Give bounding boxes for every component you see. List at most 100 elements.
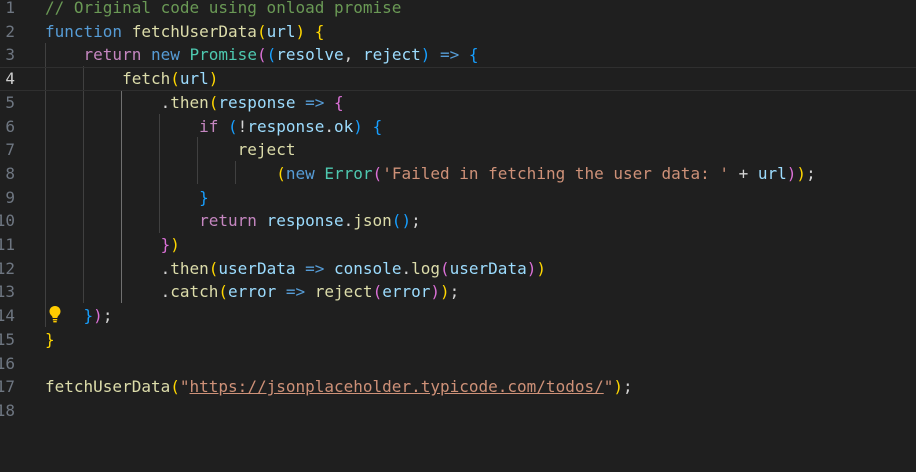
code-token: } [83,306,94,326]
code-token: => [440,45,460,65]
code-line[interactable]: 17 fetchUserData("https://jsonplaceholder… [0,375,916,399]
code-token: . [401,258,412,278]
code-token: new [150,45,180,65]
code-token: . [324,116,335,136]
code-token: error [382,282,431,302]
code-text: fetchUserData("https://jsonplaceholder.t… [45,375,633,399]
code-editor[interactable]: 1 // Original code using onload promise 2 f… [0,0,916,472]
code-token: function [45,21,123,41]
code-token: . [160,258,171,278]
code-line[interactable]: 3 return new Promise((resolve, reject) =… [0,43,916,67]
code-token: ) [786,163,797,183]
line-number: 8 [5,163,15,183]
code-token: . [160,282,171,302]
code-line[interactable]: 18 [0,399,916,423]
code-token: ) [440,282,450,302]
code-token: console [334,258,402,278]
code-token: ) [420,45,431,65]
code-line[interactable]: 10 return response.json(); [0,209,916,233]
code-token: // Original code using onload promise [45,0,402,17]
line-number: 14 [0,306,15,326]
code-token: ok [334,116,354,136]
code-token: " [179,377,190,397]
code-token: , [343,45,363,65]
code-line[interactable]: 9 } [0,186,916,210]
line-number: 16 [0,353,15,373]
code-text: return response.json(); [45,209,421,233]
code-token: ( [170,377,180,397]
code-token: response [247,116,325,136]
code-text: }) [45,233,180,257]
code-line[interactable]: 12 .then(userData => console.log(userDat… [0,257,916,281]
code-text: } [45,186,209,210]
code-token: ( [256,45,267,65]
code-text: fetch(url) [45,68,218,90]
code-token: ) [796,163,807,183]
code-token: ) [526,258,537,278]
code-token: userData [449,258,527,278]
code-token: ; [623,377,633,397]
code-text: .then(response => { [45,91,344,115]
code-token: Error [324,163,373,183]
code-token: ( [208,92,219,112]
code-token: error [228,282,277,302]
code-line[interactable]: 8 (new Error('Failed in fetching the use… [0,162,916,186]
code-token: . [160,92,171,112]
code-line[interactable]: 15} [0,328,916,352]
code-token: Promise [189,45,257,65]
code-token: return [83,45,142,65]
code-line[interactable]: 7 reject [0,138,916,162]
code-token: ( [440,258,450,278]
line-number: 18 [0,400,15,420]
line-number: 9 [5,187,15,207]
lightbulb-icon[interactable] [48,305,62,323]
code-token: response [218,92,296,112]
code-line[interactable]: 16 [0,352,916,376]
code-text: .catch(error => reject(error)); [45,280,460,304]
code-token: catch [170,282,219,302]
code-token: ) [170,235,180,254]
code-token: ( [218,282,229,302]
code-text: reject [45,138,296,162]
code-line[interactable]: 1 // Original code using onload promise [0,0,916,20]
code-token: userData [218,258,296,278]
code-token: fetch [122,69,171,89]
code-line[interactable]: 5 .then(response => { [0,91,916,115]
code-token: => [305,258,325,278]
code-text: .then(userData => console.log(userData)) [45,257,546,281]
code-token: ) [536,258,546,278]
code-line[interactable]: 11 }) [0,233,916,257]
line-number: 7 [5,140,15,160]
code-token: ( [266,45,277,65]
code-line[interactable]: 2 function fetchUserData(url) { [0,20,916,44]
code-text: } [45,328,55,352]
code-line[interactable]: 6 if (!response.ok) { [0,115,916,139]
code-token: ; [102,306,113,326]
code-token: } [199,187,209,207]
code-token: ) [430,282,441,302]
line-number: 6 [5,116,15,136]
line-number: 1 [5,0,15,17]
code-token: ) [613,377,624,397]
code-token: fetchUserData [45,377,171,397]
code-line[interactable]: 4 fetch(url) [0,67,916,91]
line-number: 13 [0,282,15,302]
line-number: 5 [5,92,15,112]
code-text: function fetchUserData(url) { [45,20,324,44]
code-line[interactable]: 13 .catch(error => reject(error)); [0,280,916,304]
code-token: { [334,92,344,112]
code-token: + [728,163,758,183]
code-token: response [266,211,344,231]
code-token: ( [208,258,219,278]
line-number: 4 [5,69,15,89]
code-line[interactable]: 14 }); [0,304,916,328]
